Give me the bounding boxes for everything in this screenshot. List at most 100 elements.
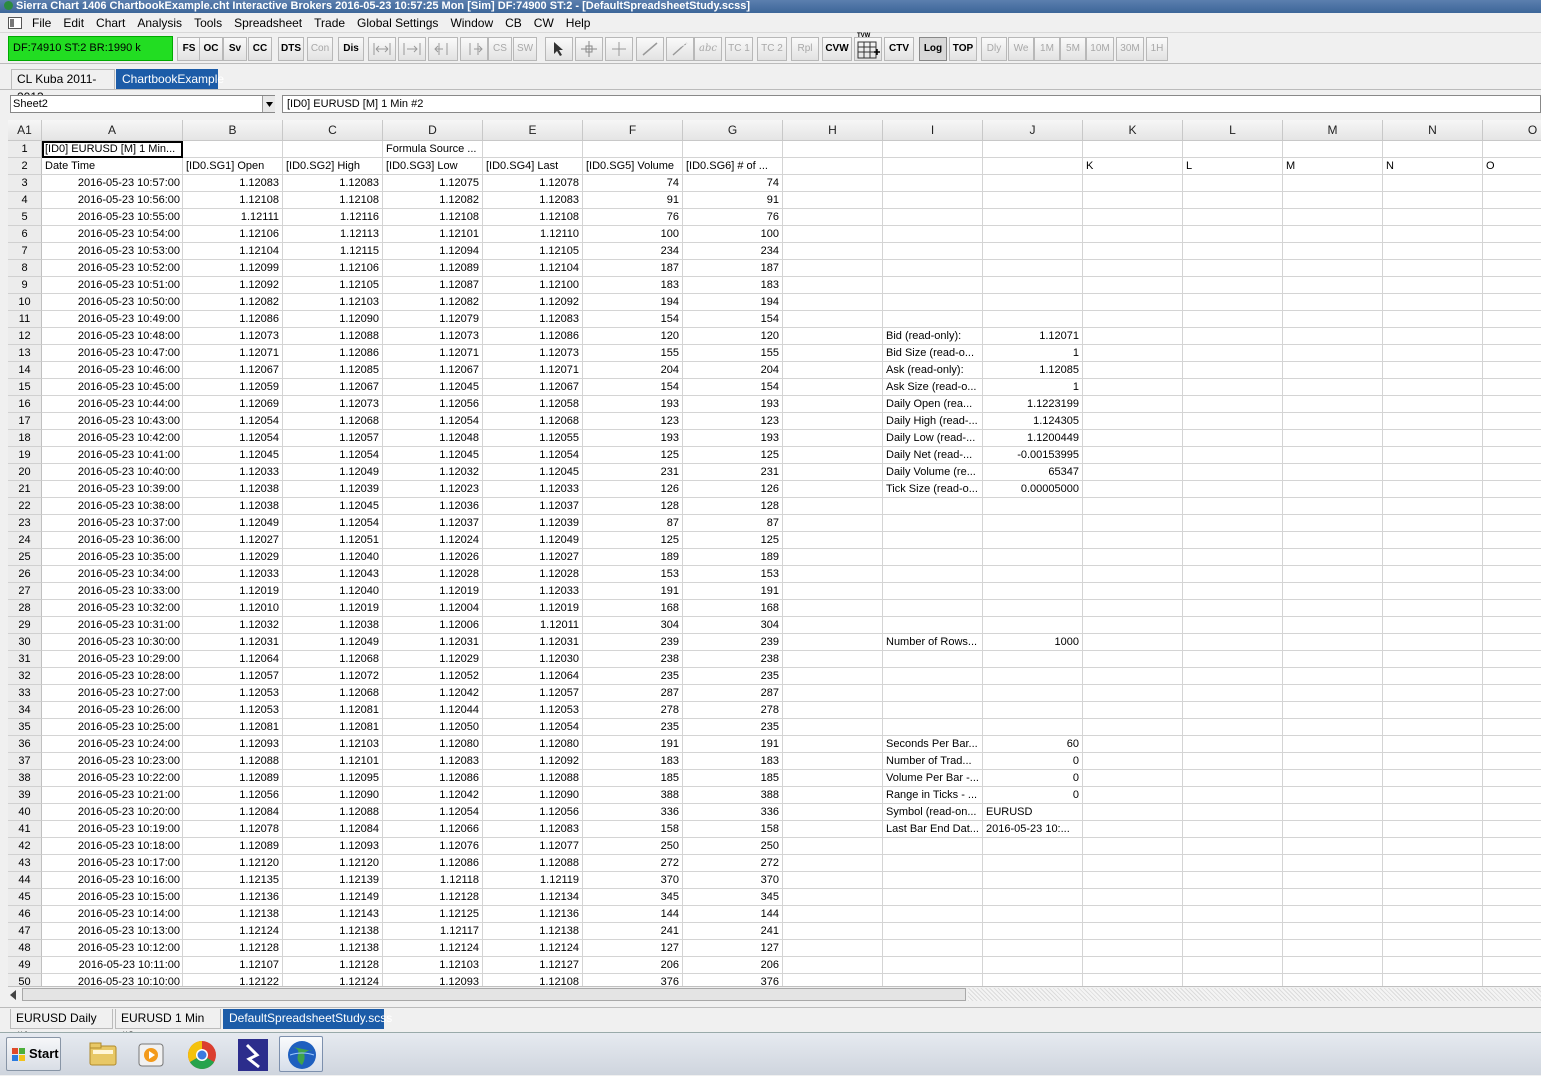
cell-a[interactable]: 2016-05-23 10:52:00 [42,260,183,277]
row-header[interactable]: 14 [8,362,42,379]
cell-j[interactable] [983,498,1083,515]
cell-i[interactable] [883,940,983,957]
cell-a[interactable]: [ID0] EURUSD [M] 1 Min... [42,141,183,158]
cell-d[interactable]: 1.12056 [383,396,483,413]
cell-h[interactable] [783,277,883,294]
cell-i[interactable] [883,209,983,226]
cell-b[interactable]: 1.12093 [183,736,283,753]
row-header[interactable]: 19 [8,447,42,464]
cell-m[interactable] [1283,940,1383,957]
cell-c[interactable]: 1.12045 [283,498,383,515]
cell-d[interactable]: 1.12128 [383,889,483,906]
horizontal-scrollbar[interactable] [8,986,1541,1002]
cell-f[interactable]: 128 [583,498,683,515]
cell-g[interactable]: 304 [683,617,783,634]
cell-j[interactable] [983,617,1083,634]
cell-b[interactable]: 1.12084 [183,804,283,821]
cell-d[interactable]: 1.12036 [383,498,483,515]
cell-f[interactable]: 345 [583,889,683,906]
cell-c[interactable]: 1.12090 [283,787,383,804]
cell-f[interactable]: 120 [583,328,683,345]
cell-k[interactable] [1083,294,1183,311]
cell-d[interactable]: 1.12037 [383,515,483,532]
cell-e[interactable]: 1.12030 [483,651,583,668]
cell-e[interactable]: 1.12083 [483,192,583,209]
cell-j[interactable] [983,957,1083,974]
cell-g[interactable]: 91 [683,192,783,209]
cell-g[interactable]: 193 [683,430,783,447]
cell-l[interactable] [1183,974,1283,986]
cell-e[interactable]: 1.12064 [483,668,583,685]
cell-d[interactable]: 1.12103 [383,957,483,974]
cell-b[interactable]: 1.12104 [183,243,283,260]
cell-f[interactable]: 376 [583,974,683,986]
media-player-icon[interactable] [128,1036,172,1072]
cell-k[interactable] [1083,617,1183,634]
cell-a[interactable]: 2016-05-23 10:29:00 [42,651,183,668]
cell-f[interactable]: 183 [583,277,683,294]
cell-j[interactable] [983,872,1083,889]
cell-g[interactable]: 376 [683,974,783,986]
toolbar-button-cc[interactable]: CC [248,37,272,61]
cell-d[interactable]: 1.12054 [383,804,483,821]
cell-o[interactable] [1483,974,1541,986]
toolbar-button-dly[interactable]: Dly [981,37,1007,61]
scale-expand-icon[interactable] [368,37,396,61]
toolbar-button-con[interactable]: Con [307,37,333,61]
row-header[interactable]: 31 [8,651,42,668]
cell-d[interactable]: 1.12050 [383,719,483,736]
cell-k[interactable] [1083,668,1183,685]
cell-o[interactable] [1483,634,1541,651]
row-header[interactable]: 17 [8,413,42,430]
cell-e[interactable]: 1.12088 [483,770,583,787]
cell-e[interactable]: [ID0.SG4] Last [483,158,583,175]
cell-e[interactable]: 1.12083 [483,311,583,328]
cell-h[interactable] [783,974,883,986]
cell-j[interactable] [983,243,1083,260]
cell-g[interactable]: 123 [683,413,783,430]
row-header[interactable]: 15 [8,379,42,396]
row-header[interactable]: 24 [8,532,42,549]
cell-k[interactable] [1083,872,1183,889]
cell-h[interactable] [783,141,883,158]
cell-c[interactable]: [ID0.SG2] High [283,158,383,175]
cell-n[interactable] [1383,277,1483,294]
cell-h[interactable] [783,396,883,413]
cell-i[interactable] [883,906,983,923]
cell-k[interactable] [1083,634,1183,651]
cell-e[interactable]: 1.12108 [483,209,583,226]
cell-n[interactable] [1383,515,1483,532]
cell-b[interactable]: 1.12122 [183,974,283,986]
line-draw-icon[interactable] [636,37,664,61]
cell-b[interactable]: 1.12136 [183,889,283,906]
cell-n[interactable] [1383,940,1483,957]
cell-j[interactable] [983,209,1083,226]
cell-l[interactable] [1183,209,1283,226]
cell-e[interactable]: 1.12019 [483,600,583,617]
cell-j[interactable] [983,838,1083,855]
row-header[interactable]: 20 [8,464,42,481]
cell-o[interactable] [1483,192,1541,209]
cell-j[interactable]: 1.1223199 [983,396,1083,413]
cell-g[interactable]: 158 [683,821,783,838]
cell-n[interactable] [1383,634,1483,651]
cell-j[interactable]: 1.1200449 [983,430,1083,447]
cell-h[interactable] [783,906,883,923]
cell-g[interactable]: 388 [683,787,783,804]
cell-i[interactable]: Daily Open (rea... [883,396,983,413]
cell-n[interactable] [1383,481,1483,498]
cell-c[interactable]: 1.12039 [283,481,383,498]
cell-l[interactable] [1183,413,1283,430]
cell-i[interactable] [883,175,983,192]
cell-l[interactable] [1183,600,1283,617]
text-tool-icon[interactable]: abc [694,37,722,61]
cell-n[interactable] [1383,175,1483,192]
cell-a[interactable]: 2016-05-23 10:39:00 [42,481,183,498]
cell-g[interactable]: 336 [683,804,783,821]
cell-o[interactable] [1483,957,1541,974]
cell-f[interactable]: 336 [583,804,683,821]
cell-a[interactable]: 2016-05-23 10:42:00 [42,430,183,447]
cell-a[interactable]: 2016-05-23 10:25:00 [42,719,183,736]
cell-o[interactable]: O [1483,158,1541,175]
cell-m[interactable] [1283,906,1383,923]
